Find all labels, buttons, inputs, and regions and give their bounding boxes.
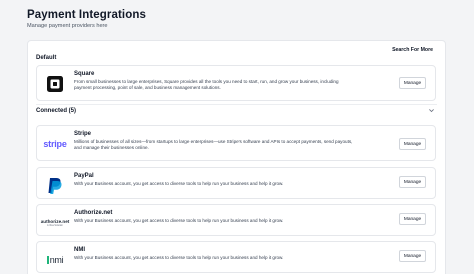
manage-stripe-button[interactable]: Manage bbox=[399, 138, 426, 150]
nmi-logo-mark bbox=[46, 256, 49, 264]
provider-description: From small businesses to large enterpris… bbox=[74, 79, 339, 91]
provider-name: Square bbox=[74, 71, 95, 77]
provider-name: NMI bbox=[74, 247, 85, 253]
provider-name: PayPal bbox=[74, 173, 94, 179]
authorize-net-logo-icon: authorize.net A Visa Solution bbox=[39, 209, 71, 237]
integrations-panel: Search For More Default Square From smal… bbox=[27, 40, 446, 274]
provider-card-stripe: stripe Stripe Millions of businesses of … bbox=[36, 125, 436, 161]
search-for-more-link[interactable]: Search For More bbox=[392, 47, 433, 53]
stripe-logo-icon: stripe bbox=[41, 130, 69, 158]
provider-description: Millions of businesses of all sizes—from… bbox=[74, 139, 353, 151]
chevron-down-icon[interactable] bbox=[428, 107, 435, 114]
section-divider bbox=[36, 104, 437, 105]
page-header: Payment Integrations Manage payment prov… bbox=[27, 9, 146, 29]
provider-name: Authorize.net bbox=[74, 210, 113, 216]
authorize-net-logo-subtext: A Visa Solution bbox=[46, 224, 64, 228]
provider-description: With your Business account, you get acce… bbox=[74, 218, 284, 223]
provider-description: With your Business account, you get acce… bbox=[74, 181, 284, 186]
provider-name: Stripe bbox=[74, 131, 92, 137]
manage-square-button[interactable]: Manage bbox=[399, 77, 426, 89]
page-title: Payment Integrations bbox=[27, 9, 146, 21]
manage-authorize-net-button[interactable]: Manage bbox=[399, 213, 426, 225]
nmi-logo-icon: nmi bbox=[41, 246, 69, 274]
authorize-net-logo-text: authorize.net bbox=[40, 218, 70, 224]
default-section-title: Default bbox=[36, 55, 57, 61]
provider-description: With your Business account, you get acce… bbox=[74, 255, 284, 260]
stripe-logo-text: stripe bbox=[43, 139, 67, 149]
nmi-logo-text: nmi bbox=[49, 255, 64, 265]
manage-paypal-button[interactable]: Manage bbox=[399, 176, 426, 188]
page-subtitle: Manage payment providers here bbox=[27, 23, 108, 29]
manage-nmi-button[interactable]: Manage bbox=[399, 250, 426, 262]
paypal-logo-icon bbox=[41, 172, 69, 200]
connected-section-title: Connected (5) bbox=[36, 108, 77, 114]
square-logo-icon bbox=[41, 70, 69, 98]
provider-card-square: Square From small businesses to large en… bbox=[36, 65, 436, 101]
provider-card-authorize-net: authorize.net A Visa Solution Authorize.… bbox=[36, 204, 436, 236]
provider-card-nmi: nmi NMI With your Business account, you … bbox=[36, 241, 436, 273]
provider-card-paypal: PayPal With your Business account, you g… bbox=[36, 167, 436, 199]
